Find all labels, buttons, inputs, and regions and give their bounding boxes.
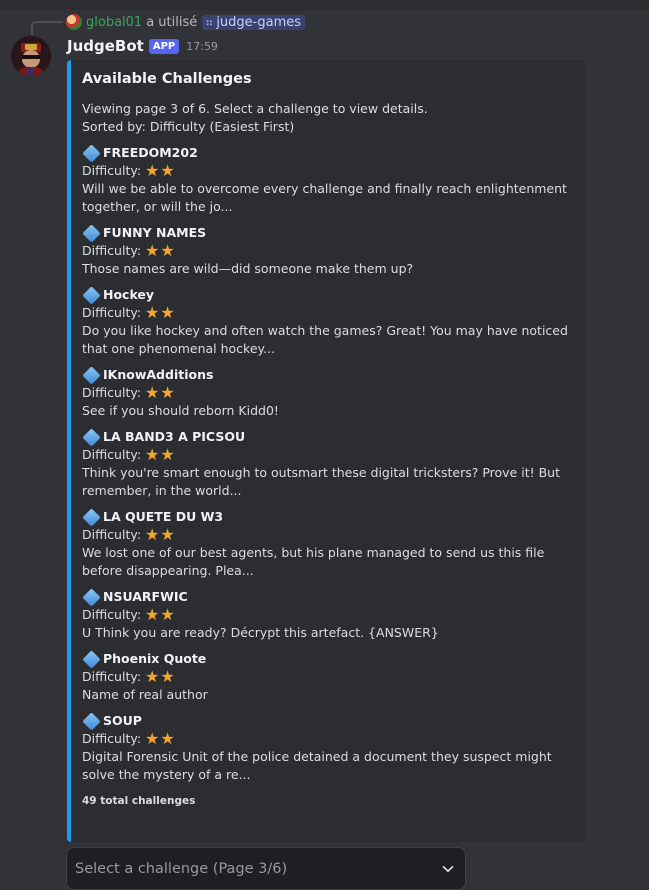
top-strip (0, 0, 649, 10)
star-icons: ★★ (145, 383, 176, 402)
blue-diamond-icon (82, 711, 101, 731)
challenge-description: Do you like hockey and often watch the g… (82, 323, 568, 356)
star-icons: ★★ (145, 729, 176, 748)
difficulty-label: Difficulty: (82, 669, 142, 684)
blue-diamond-icon (82, 507, 101, 527)
blue-diamond-icon (82, 223, 101, 243)
challenge-item: LA BAND3 A PICSOU Difficulty: ★★ Think y… (82, 427, 572, 500)
bot-avatar[interactable] (11, 36, 51, 76)
challenge-item: SOUP Difficulty: ★★ Digital Forensic Uni… (82, 711, 572, 784)
blue-diamond-icon (82, 285, 101, 305)
reply-connector (31, 21, 63, 35)
challenge-description: Name of real author (82, 687, 208, 702)
star-icons: ★★ (145, 525, 176, 544)
challenge-item: LA QUETE DU W3 Difficulty: ★★ We lost on… (82, 507, 572, 580)
app-badge: APP (148, 38, 180, 54)
sort-info: Sorted by: Difficulty (Easiest First) (82, 119, 295, 134)
difficulty-label: Difficulty: (82, 163, 142, 178)
difficulty-label: Difficulty: (82, 527, 142, 542)
challenge-name: IKnowAdditions (103, 367, 214, 382)
challenge-name: LA BAND3 A PICSOU (103, 429, 246, 444)
challenge-name: FUNNY NAMES (103, 225, 207, 240)
difficulty-label: Difficulty: (82, 385, 142, 400)
command-mention[interactable]: ⠶ judge-games (202, 14, 306, 30)
challenge-description: See if you should reborn Kidd0! (82, 403, 279, 418)
challenge-description: Will we be able to overcome every challe… (82, 181, 567, 214)
challenge-name: NSUARFWIC (103, 589, 188, 604)
slash-command-icon: ⠶ (205, 15, 214, 29)
reply-action: a utilisé (146, 14, 198, 30)
reply-username[interactable]: global01 (86, 15, 142, 30)
star-icons: ★★ (145, 303, 176, 322)
challenge-item: IKnowAdditions Difficulty: ★★ See if you… (82, 365, 572, 420)
challenge-description: We lost one of our best agents, but his … (82, 545, 545, 578)
difficulty-label: Difficulty: (82, 447, 142, 462)
bot-name[interactable]: JudgeBot (67, 37, 144, 55)
challenge-name: LA QUETE DU W3 (103, 509, 224, 524)
challenge-description: Digital Forensic Unit of the police deta… (82, 749, 552, 782)
message-header: JudgeBot APP 17:59 (67, 36, 218, 56)
challenge-name: Phoenix Quote (103, 651, 207, 666)
blue-diamond-icon (82, 365, 101, 385)
embed-footer: 49 total challenges (82, 795, 196, 807)
blue-diamond-icon (82, 143, 101, 163)
challenge-description: Think you're smart enough to outsmart th… (82, 465, 560, 498)
challenges-embed: Available Challenges Viewing page 3 of 6… (67, 60, 586, 842)
star-icons: ★★ (145, 161, 176, 180)
star-icons: ★★ (145, 445, 176, 464)
difficulty-label: Difficulty: (82, 243, 142, 258)
challenge-item: Phoenix Quote Difficulty: ★★ Name of rea… (82, 649, 572, 704)
challenge-description: Those names are wild—did someone make th… (82, 261, 414, 276)
challenge-item: Hockey Difficulty: ★★ Do you like hockey… (82, 285, 572, 358)
embed-title: Available Challenges (82, 71, 252, 87)
challenge-description: U Think you are ready? Décrypt this arte… (82, 625, 439, 640)
challenge-select-dropdown[interactable]: Select a challenge (Page 3/6) (66, 847, 466, 890)
chevron-down-icon (442, 865, 454, 872)
challenge-name: SOUP (103, 713, 142, 728)
challenge-item: FUNNY NAMES Difficulty: ★★ Those names a… (82, 223, 572, 278)
select-placeholder: Select a challenge (Page 3/6) (75, 860, 288, 877)
difficulty-label: Difficulty: (82, 305, 142, 320)
difficulty-label: Difficulty: (82, 731, 142, 746)
challenge-item: FREEDOM202 Difficulty: ★★ Will we be abl… (82, 143, 572, 216)
page-info: Viewing page 3 of 6. Select a challenge … (82, 101, 428, 116)
challenge-name: FREEDOM202 (103, 145, 198, 160)
star-icons: ★★ (145, 667, 176, 686)
blue-diamond-icon (82, 587, 101, 607)
challenge-name: Hockey (103, 287, 155, 302)
blue-diamond-icon (82, 427, 101, 447)
command-name: judge-games (216, 14, 302, 30)
challenge-item: NSUARFWIC Difficulty: ★★ U Think you are… (82, 587, 572, 642)
timestamp[interactable]: 17:59 (186, 40, 218, 53)
reply-context[interactable]: global01 a utilisé ⠶ judge-games (66, 13, 306, 31)
user-avatar-small[interactable] (66, 14, 82, 30)
embed-body: Viewing page 3 of 6. Select a challenge … (82, 100, 572, 810)
star-icons: ★★ (145, 241, 176, 260)
star-icons: ★★ (145, 605, 176, 624)
difficulty-label: Difficulty: (82, 607, 142, 622)
blue-diamond-icon (82, 649, 101, 669)
